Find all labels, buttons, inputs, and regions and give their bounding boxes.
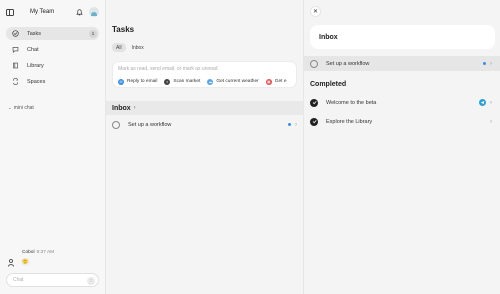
chat-bubble-icon	[11, 46, 19, 54]
user-avatar[interactable]	[89, 7, 99, 17]
chevron-down-icon: ⌄	[8, 105, 12, 110]
chat-input[interactable]	[13, 277, 83, 283]
emoji-reaction[interactable]: 🙂	[21, 258, 30, 266]
sidebar-nav: Tasks 1 Chat Library Spaces	[6, 27, 99, 91]
sidebar-item-chat[interactable]: Chat	[6, 43, 99, 56]
detail-panel: ✕ Inbox Set up a workflow › Completed We…	[303, 0, 500, 294]
completed-item[interactable]: Explore the Library ›	[304, 114, 500, 129]
quick-action-get-current-weather[interactable]: ☁ Get current weather	[205, 77, 262, 86]
unread-dot	[288, 123, 291, 126]
quick-action-reply-to-email[interactable]: ✉ Reply to email	[116, 77, 161, 86]
quick-action-label: Scan market	[173, 79, 201, 84]
detail-header: Inbox	[310, 25, 495, 49]
quick-action-label: Reply to email	[127, 79, 158, 84]
spaces-icon	[11, 78, 19, 86]
check-filled-icon[interactable]	[310, 117, 318, 126]
sidebar-item-spaces[interactable]: Spaces	[6, 75, 99, 88]
inbox-item[interactable]: Set up a workflow ›	[304, 56, 500, 71]
task-label: Set up a workflow	[128, 121, 172, 128]
weather-icon: ☁	[207, 78, 214, 85]
market-icon: ◐	[164, 78, 171, 85]
inbox-title: Inbox	[112, 104, 131, 112]
chevron-right-icon: ›	[295, 121, 297, 128]
mail-icon: ✉	[118, 78, 124, 85]
command-box: ✉ Reply to email ◐ Scan market ☁ Get cur…	[112, 61, 297, 88]
task-checkbox[interactable]	[112, 120, 120, 129]
quick-action-label: Get e	[274, 79, 287, 84]
book-icon	[11, 62, 19, 70]
tab-inbox[interactable]: Inbox	[128, 43, 148, 52]
calendar-icon: ▦	[265, 78, 272, 85]
bell-icon[interactable]	[75, 8, 83, 16]
mini-chat-toggle[interactable]: ⌄ mini chat	[8, 105, 34, 111]
task-row[interactable]: Set up a workflow ›	[112, 118, 297, 131]
chevron-right-icon: ›	[133, 105, 136, 111]
sidebar-header: My Team	[6, 6, 99, 18]
page-title: Tasks	[112, 25, 135, 34]
chat-message: Cobol 9:37 AM 🙂	[8, 250, 100, 267]
inbox-section-header[interactable]: Inbox ›	[106, 101, 303, 115]
chat-input-box: ↑	[6, 273, 99, 287]
check-circle-icon	[11, 30, 19, 38]
chevron-right-icon: ›	[490, 99, 492, 106]
section-label: mini chat	[13, 105, 34, 111]
chat-author: Cobol 9:37 AM	[22, 250, 54, 255]
filter-tabs: All Inbox	[112, 43, 150, 52]
sidebar-item-tasks[interactable]: Tasks 1	[6, 27, 99, 40]
person-icon	[8, 259, 14, 267]
completed-title: Completed	[310, 81, 347, 88]
chevron-right-icon: ›	[490, 60, 492, 67]
chat-author-name: Cobol	[22, 250, 35, 255]
quick-action-scan-market[interactable]: ◐ Scan market	[162, 77, 204, 86]
sidebar-item-label: Spaces	[27, 78, 46, 85]
tasks-count-badge: 1	[89, 29, 97, 38]
quick-actions: ✉ Reply to email ◐ Scan market ☁ Get cur…	[116, 77, 291, 86]
quick-action-label: Get current weather	[216, 79, 259, 84]
command-input[interactable]	[118, 66, 288, 72]
team-name[interactable]: My Team	[30, 9, 75, 15]
quick-action-get-e[interactable]: ▦ Get e	[264, 77, 291, 86]
tab-all[interactable]: All	[112, 43, 126, 52]
task-label: Welcome to the beta	[326, 99, 377, 106]
task-checkbox[interactable]	[310, 59, 318, 68]
sidebar-item-label: Chat	[27, 46, 39, 53]
sidebar-item-library[interactable]: Library	[6, 59, 99, 72]
sidebar: My Team Tasks 1 Chat Library Spaces ⌄ mi…	[0, 0, 106, 294]
task-label: Explore the Library	[326, 118, 373, 125]
completed-item[interactable]: Welcome to the beta ›	[304, 95, 500, 110]
main-panel: Tasks All Inbox ✉ Reply to email ◐ Scan …	[106, 0, 303, 294]
task-label: Set up a workflow	[326, 60, 370, 67]
unread-dot	[483, 62, 486, 65]
chevron-right-icon: ›	[490, 118, 492, 125]
close-icon[interactable]: ✕	[310, 6, 321, 17]
chat-timestamp: 9:37 AM	[36, 250, 55, 255]
sidebar-item-label: Library	[27, 62, 44, 69]
sidebar-item-label: Tasks	[27, 30, 42, 37]
telegram-icon	[479, 99, 486, 106]
toggle-sidebar-icon[interactable]	[6, 8, 14, 16]
check-filled-icon[interactable]	[310, 98, 318, 107]
send-arrow-icon[interactable]: ↑	[87, 276, 95, 285]
